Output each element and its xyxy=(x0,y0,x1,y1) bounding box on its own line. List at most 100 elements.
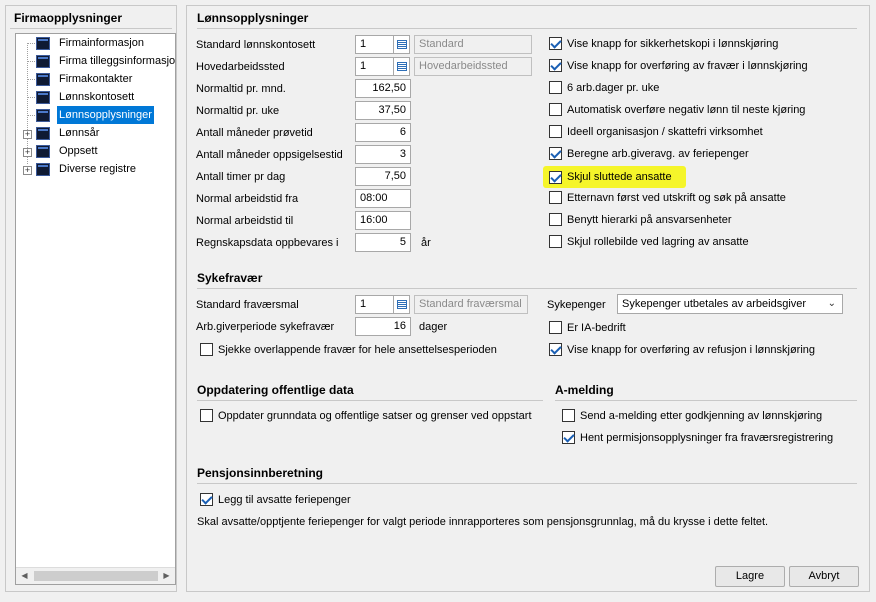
section-title-pensjon: Pensjonsinnberetning xyxy=(197,466,324,480)
lookup-icon[interactable] xyxy=(393,35,410,54)
hovedarbeidssted-name: Hovedarbeidssted xyxy=(414,57,532,76)
checkbox[interactable] xyxy=(549,59,562,72)
sykepenger-select[interactable]: Sykepenger utbetales av arbeidsgiver ⌄ xyxy=(617,294,843,314)
field-label: Antall måneder oppsigelsestid xyxy=(196,149,343,161)
standard-lonnskontosett-input[interactable]: 1 xyxy=(355,35,395,54)
checkbox[interactable] xyxy=(200,343,213,356)
checkbox[interactable] xyxy=(549,37,562,50)
check-oppdater-grunndata[interactable]: Oppdater grunndata og offentlige satser … xyxy=(200,409,532,422)
scroll-right-icon[interactable]: ▶ xyxy=(158,568,175,584)
tree-item-label: Firma tilleggsinformasjon xyxy=(59,55,176,67)
checkbox-label: Etternavn først ved utskrift og søk på a… xyxy=(567,191,786,204)
select-value: Sykepenger utbetales av arbeidsgiver xyxy=(622,298,807,310)
tree-item-firmakontakter[interactable]: Firmakontakter xyxy=(36,70,134,88)
field-label: Normaltid pr. uke xyxy=(196,105,280,117)
checkbox[interactable] xyxy=(549,103,562,116)
tree-item-lonnskontosett[interactable]: Lønnskontosett xyxy=(36,88,136,106)
folder-icon xyxy=(36,162,50,176)
checkbox[interactable] xyxy=(549,235,562,248)
divider xyxy=(197,28,857,29)
cancel-button[interactable]: Avbryt xyxy=(789,566,859,587)
field-label: Standard lønnskontosett xyxy=(196,39,316,51)
tree-line xyxy=(27,61,35,62)
checkbox-label: Automatisk overføre negativ lønn til nes… xyxy=(567,103,806,116)
checkbox-label: Hent permisjonsopplysninger fra fraværsr… xyxy=(580,431,834,444)
check-avsatte-feriepenger[interactable]: Legg til avsatte feriepenger xyxy=(200,493,351,506)
arbeidstid-til-input[interactable]: 16:00 xyxy=(355,211,411,230)
tree-item-label: Lønnsopplysninger xyxy=(57,106,154,124)
navigation-tree: Firmainformasjon Firma tilleggsinformasj… xyxy=(15,33,176,585)
check-negativ-lonn[interactable]: Automatisk overføre negativ lønn til nes… xyxy=(549,103,805,116)
chevron-down-icon: ⌄ xyxy=(827,298,836,309)
tree-item-firma-tilleggsinformasjon[interactable]: Firma tilleggsinformasjon xyxy=(36,52,176,70)
field-label: Sykepenger xyxy=(547,299,606,311)
checkbox[interactable] xyxy=(549,191,562,204)
check-ia-bedrift[interactable]: Er IA-bedrift xyxy=(549,321,626,334)
scrollbar-thumb[interactable] xyxy=(34,571,158,581)
arbgiverperiode-input[interactable]: 16 xyxy=(355,317,411,336)
tree-item-oppsett[interactable]: Oppsett xyxy=(36,142,100,160)
check-arbgiveravg-feriepenger[interactable]: Beregne arb.giveravg. av feriepenger xyxy=(549,147,749,160)
timer-pr-dag-input[interactable]: 7,50 xyxy=(355,167,411,186)
tree-line xyxy=(27,97,35,98)
lookup-icon[interactable] xyxy=(393,295,410,314)
tree-item-firmainformasjon[interactable]: Firmainformasjon xyxy=(36,34,146,52)
checkbox[interactable] xyxy=(562,431,575,444)
checkbox[interactable] xyxy=(549,343,562,356)
folder-icon xyxy=(36,36,50,50)
checkbox-label: Ideell organisasjon / skattefri virksomh… xyxy=(567,125,763,138)
checkbox[interactable] xyxy=(200,409,213,422)
checkbox-label: 6 arb.dager pr. uke xyxy=(567,81,660,94)
normaltid-mnd-input[interactable]: 162,50 xyxy=(355,79,411,98)
check-overlappende-fravaer[interactable]: Sjekke overlappende fravær for hele anse… xyxy=(200,343,497,356)
hovedarbeidssted-input[interactable]: 1 xyxy=(355,57,395,76)
divider xyxy=(197,483,857,484)
lookup-icon[interactable] xyxy=(393,57,410,76)
checkbox-label: Oppdater grunndata og offentlige satser … xyxy=(218,409,532,422)
checkbox-label: Vise knapp for overføring av refusjon i … xyxy=(567,343,816,356)
section-title-offentlige-data: Oppdatering offentlige data xyxy=(197,383,354,397)
check-sikkerhetskopi[interactable]: Vise knapp for sikkerhetskopi i lønnskjø… xyxy=(549,37,778,50)
checkbox[interactable] xyxy=(549,125,562,138)
scroll-left-icon[interactable]: ◀ xyxy=(16,568,33,584)
checkbox[interactable] xyxy=(549,213,562,226)
expand-icon[interactable]: + xyxy=(23,166,32,175)
checkbox-label: Legg til avsatte feriepenger xyxy=(218,493,351,506)
check-hierarki[interactable]: Benytt hierarki på ansvarsenheter xyxy=(549,213,731,226)
tree-item-lonnsopplysninger[interactable]: Lønnsopplysninger xyxy=(36,106,154,124)
check-overforing-fravaer[interactable]: Vise knapp for overføring av fravær i lø… xyxy=(549,59,808,72)
horizontal-scrollbar[interactable]: ◀ ▶ xyxy=(16,567,175,584)
normaltid-uke-input[interactable]: 37,50 xyxy=(355,101,411,120)
oppsigelsestid-input[interactable]: 3 xyxy=(355,145,411,164)
tree-item-diverse-registre[interactable]: Diverse registre xyxy=(36,160,138,178)
field-label: Antall måneder prøvetid xyxy=(196,127,313,139)
check-ideell-organisasjon[interactable]: Ideell organisasjon / skattefri virksomh… xyxy=(549,125,763,138)
check-hent-permisjon[interactable]: Hent permisjonsopplysninger fra fraværsr… xyxy=(562,431,833,444)
section-title-sykefravaer: Sykefravær xyxy=(197,271,263,285)
checkbox[interactable] xyxy=(562,409,575,422)
section-title-lonnsopplysninger: Lønnsopplysninger xyxy=(197,11,309,25)
checkbox-label: Send a-melding etter godkjenning av lønn… xyxy=(580,409,823,422)
field-label: Standard fraværsmal xyxy=(196,299,299,311)
check-refusjon[interactable]: Vise knapp for overføring av refusjon i … xyxy=(549,343,815,356)
tree-item-lonnsar[interactable]: Lønnsår xyxy=(36,124,101,142)
check-etternavn-forst[interactable]: Etternavn først ved utskrift og søk på a… xyxy=(549,191,786,204)
check-send-a-melding[interactable]: Send a-melding etter godkjenning av lønn… xyxy=(562,409,822,422)
save-button[interactable]: Lagre xyxy=(715,566,785,587)
check-skjul-sluttede[interactable]: Skjul sluttede ansatte xyxy=(543,166,686,188)
folder-icon xyxy=(36,90,50,104)
regnskapsdata-input[interactable]: 5 xyxy=(355,233,411,252)
checkbox[interactable] xyxy=(200,493,213,506)
checkbox[interactable] xyxy=(549,147,562,160)
arbeidstid-fra-input[interactable]: 08:00 xyxy=(355,189,411,208)
checkbox[interactable] xyxy=(549,321,562,334)
tree-item-label: Oppsett xyxy=(59,145,98,157)
check-6-arbdager[interactable]: 6 arb.dager pr. uke xyxy=(549,81,659,94)
expand-icon[interactable]: + xyxy=(23,130,32,139)
fravaersmal-input[interactable]: 1 xyxy=(355,295,395,314)
checkbox[interactable] xyxy=(549,81,562,94)
check-skjul-rollebilde[interactable]: Skjul rollebilde ved lagring av ansatte xyxy=(549,235,749,248)
provetid-input[interactable]: 6 xyxy=(355,123,411,142)
checkbox[interactable] xyxy=(549,170,562,184)
expand-icon[interactable]: + xyxy=(23,148,32,157)
